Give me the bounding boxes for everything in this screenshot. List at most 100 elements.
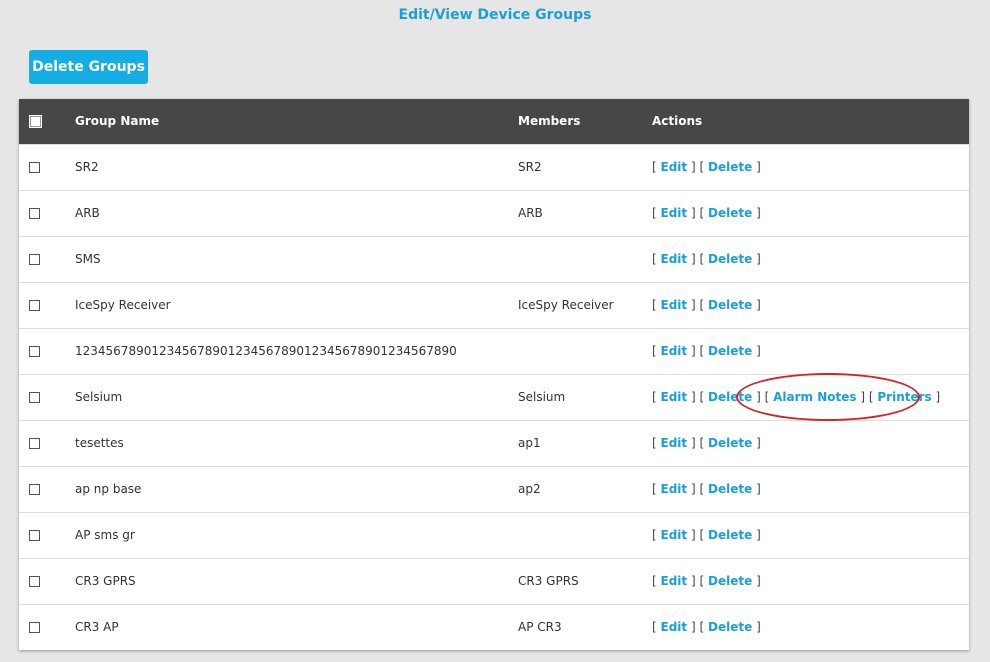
bracket: [ <box>652 298 657 312</box>
bracket: [ <box>699 482 705 496</box>
delete-link[interactable]: Delete <box>708 160 752 174</box>
bracket: [ <box>652 574 657 588</box>
row-checkbox[interactable] <box>29 162 40 173</box>
group-name-cell: ARB <box>75 206 100 220</box>
bracket: ] <box>756 390 761 404</box>
delete-groups-button[interactable]: Delete Groups <box>29 50 148 84</box>
row-checkbox[interactable] <box>29 392 40 403</box>
delete-link[interactable]: Delete <box>708 574 752 588</box>
column-header-members: Members <box>518 114 581 129</box>
delete-link[interactable]: Delete <box>708 482 752 496</box>
bracket: [ <box>652 482 657 496</box>
edit-link[interactable]: Edit <box>661 482 688 496</box>
actions-cell: [ Edit ] [ Delete ] <box>652 420 969 466</box>
row-checkbox[interactable] <box>29 530 40 541</box>
group-name-cell: CR3 GPRS <box>75 574 136 588</box>
edit-link[interactable]: Edit <box>661 620 688 634</box>
members-cell: IceSpy Receiver <box>518 298 614 312</box>
actions-cell: [ Edit ] [ Delete ] [ Alarm Notes ] [ Pr… <box>652 374 969 420</box>
actions-cell: [ Edit ] [ Delete ] <box>652 604 969 650</box>
edit-link[interactable]: Edit <box>661 436 688 450</box>
members-cell <box>518 512 652 558</box>
edit-link[interactable]: Edit <box>661 206 688 220</box>
row-checkbox[interactable] <box>29 300 40 311</box>
bracket: ] <box>756 298 761 312</box>
bracket: [ <box>868 390 874 404</box>
bracket: ] <box>690 252 696 266</box>
table-row: tesettes ap1 [ Edit ] [ Delete ] <box>19 420 969 466</box>
members-cell: ap1 <box>518 436 541 450</box>
alarm-notes-link[interactable]: Alarm Notes <box>773 390 856 404</box>
actions-cell: [ Edit ] [ Delete ] <box>652 190 969 236</box>
bracket: ] <box>690 528 696 542</box>
row-checkbox[interactable] <box>29 438 40 449</box>
table-row: Selsium Selsium [ Edit ] [ Delete ] [ Alar… <box>19 374 969 420</box>
groups-table: Group Name Members Actions SR2 SR2 [ Edit … <box>19 99 969 650</box>
bracket: ] <box>860 390 866 404</box>
bracket: ] <box>690 436 696 450</box>
bracket: [ <box>699 436 705 450</box>
bracket: [ <box>652 252 657 266</box>
bracket: ] <box>756 620 761 635</box>
bracket: ] <box>690 344 696 358</box>
delete-link[interactable]: Delete <box>708 252 752 266</box>
table-row: CR3 AP AP CR3 [ Edit ] [ Delete ] <box>19 604 969 650</box>
members-cell: SR2 <box>518 160 542 174</box>
edit-link[interactable]: Edit <box>661 528 688 542</box>
actions-cell: [ Edit ] [ Delete ] <box>652 144 969 190</box>
table-row: IceSpy Receiver IceSpy Receiver [ Edit ] [… <box>19 282 969 328</box>
delete-link[interactable]: Delete <box>708 436 752 450</box>
edit-link[interactable]: Edit <box>661 574 688 588</box>
bracket: [ <box>764 390 770 404</box>
column-header-group-name: Group Name <box>75 114 160 129</box>
table-header: Group Name Members Actions <box>19 99 969 144</box>
edit-link[interactable]: Edit <box>661 390 688 404</box>
bracket: ] <box>935 390 941 404</box>
bracket: [ <box>699 620 705 635</box>
table-row: AP sms gr [ Edit ] [ Delete ] <box>19 512 969 558</box>
group-name-cell: CR3 AP <box>75 620 119 635</box>
bracket: ] <box>690 206 696 220</box>
delete-link[interactable]: Delete <box>708 390 752 404</box>
edit-link[interactable]: Edit <box>661 252 688 266</box>
bracket: [ <box>699 160 705 174</box>
table-row: ap np base ap2 [ Edit ] [ Delete ] <box>19 466 969 512</box>
bracket: [ <box>652 436 657 450</box>
members-cell <box>518 328 652 374</box>
bracket: ] <box>756 574 761 588</box>
select-all-checkbox[interactable] <box>29 115 42 129</box>
bracket: ] <box>690 160 696 174</box>
printers-link[interactable]: Printers <box>877 390 931 404</box>
delete-link[interactable]: Delete <box>708 298 752 312</box>
group-name-cell: ap np base <box>75 482 142 496</box>
bracket: [ <box>699 298 705 312</box>
delete-link[interactable]: Delete <box>708 344 752 358</box>
group-name-cell: IceSpy Receiver <box>75 298 171 312</box>
row-checkbox[interactable] <box>29 622 40 634</box>
members-cell: AP CR3 <box>518 620 562 635</box>
bracket: ] <box>756 160 761 174</box>
members-cell: ARB <box>518 206 543 220</box>
page-title: Edit/View Device Groups <box>398 7 592 23</box>
edit-link[interactable]: Edit <box>661 344 688 358</box>
row-checkbox[interactable] <box>29 484 40 495</box>
row-checkbox[interactable] <box>29 208 40 219</box>
group-name-cell: tesettes <box>75 436 124 450</box>
row-checkbox[interactable] <box>29 254 40 265</box>
bracket: ] <box>690 482 696 496</box>
row-checkbox[interactable] <box>29 346 40 357</box>
group-name-cell: 1234567890123456789012345678901234567890… <box>75 344 457 358</box>
delete-link[interactable]: Delete <box>708 528 752 542</box>
bracket: [ <box>699 390 705 404</box>
edit-link[interactable]: Edit <box>661 298 688 312</box>
delete-link[interactable]: Delete <box>708 206 752 220</box>
row-checkbox[interactable] <box>29 576 40 587</box>
delete-link[interactable]: Delete <box>708 620 752 634</box>
bracket: ] <box>690 574 696 588</box>
edit-link[interactable]: Edit <box>661 160 688 174</box>
group-name-cell: SR2 <box>75 160 99 174</box>
actions-cell: [ Edit ] [ Delete ] <box>652 466 969 512</box>
bracket: ] <box>690 298 696 312</box>
bracket: ] <box>756 528 761 542</box>
group-name-cell: AP sms gr <box>75 528 135 542</box>
